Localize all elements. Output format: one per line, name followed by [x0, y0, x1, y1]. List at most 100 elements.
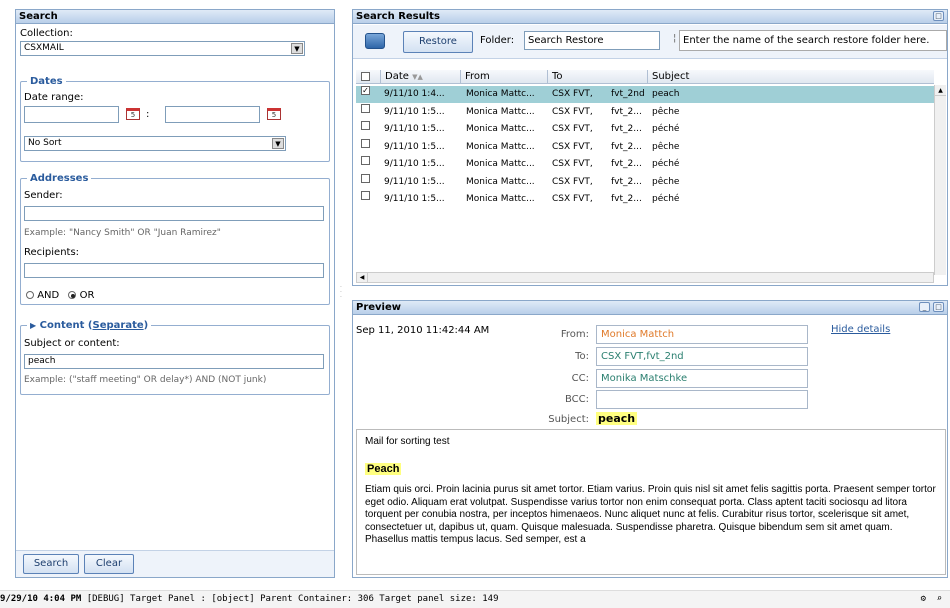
- status-message: [DEBUG] Target Panel : [object] Parent C…: [86, 594, 499, 604]
- addresses-group: Addresses: [20, 173, 330, 305]
- results-header-row: Date ▼▲ From To Subject: [356, 70, 934, 84]
- or-label: OR: [79, 290, 95, 301]
- results-horizontal-scrollbar[interactable]: ◀: [356, 272, 934, 283]
- bcc-label: BCC:: [564, 394, 589, 405]
- sort-value: No Sort: [28, 138, 62, 148]
- row-checkbox[interactable]: [361, 156, 370, 165]
- search-icon[interactable]: ⌕: [937, 591, 942, 608]
- status-timestamp: 9/29/10 4:04 PM: [0, 594, 82, 604]
- folder-input-value: Search Restore: [528, 35, 604, 46]
- select-all-column[interactable]: [356, 70, 380, 84]
- column-date[interactable]: Date ▼▲: [380, 70, 460, 84]
- content-legend-label[interactable]: Content: [40, 320, 85, 331]
- preview-panel: Preview _ □ Sep 11, 2010 11:42:44 AM Fro…: [352, 300, 948, 578]
- cc-field[interactable]: Monika Matschke: [596, 369, 808, 388]
- row-date: 9/11/10 1:5...: [384, 106, 445, 117]
- from-field[interactable]: Monica Mattch: [596, 325, 808, 344]
- date-to-input[interactable]: [165, 106, 260, 123]
- row-to-2: fvt_2...: [611, 141, 642, 152]
- row-to: CSX FVT,: [552, 106, 593, 117]
- select-all-checkbox[interactable]: [361, 72, 370, 81]
- folder-input[interactable]: Search Restore: [524, 31, 660, 50]
- row-checkbox[interactable]: [361, 173, 370, 183]
- row-subject: péché: [652, 194, 680, 204]
- scroll-left-icon[interactable]: ◀: [357, 273, 368, 282]
- restore-window-icon[interactable]: □: [933, 11, 944, 21]
- row-to-2: fvt_2...: [611, 194, 642, 204]
- minimize-icon[interactable]: _: [919, 302, 930, 312]
- triangle-right-icon[interactable]: ▶: [30, 321, 36, 330]
- restore-button[interactable]: Restore: [403, 31, 473, 53]
- table-row[interactable]: 9/11/10 1:5... Monica Mattc... CSX FVT, fvt…: [356, 138, 934, 156]
- table-row[interactable]: 9/11/10 1:5... Monica Mattc... CSX FVT, fvt…: [356, 156, 934, 173]
- bcc-field[interactable]: [596, 390, 808, 409]
- subject-value: peach: [596, 412, 638, 425]
- table-row[interactable]: 9/11/10 1:5... Monica Mattc... CSX FVT, fvt…: [356, 103, 934, 121]
- row-to-2: fvt_2...: [611, 106, 642, 117]
- table-row[interactable]: 9/11/10 1:5... Monica Mattc... CSX FVT, fvt…: [356, 173, 934, 191]
- row-from: Monica Mattc...: [466, 159, 535, 169]
- table-row[interactable]: 9/11/10 1:5... Monica Mattc... CSX FVT, fvt…: [356, 191, 934, 208]
- results-toolbar: Restore Folder: Search Restore ¦ Enter t…: [353, 25, 947, 59]
- date-from-input[interactable]: [24, 106, 119, 123]
- recipients-label: Recipients:: [24, 247, 80, 258]
- subject-label: Subject or content:: [24, 338, 120, 349]
- column-from[interactable]: From: [460, 70, 547, 84]
- table-row[interactable]: ✓ 9/11/10 1:4... Monica Mattc... CSX FVT, fv…: [356, 86, 934, 103]
- folder-hint-tooltip: Enter the name of the search restore fol…: [679, 30, 947, 51]
- date-range-separator: :: [146, 109, 150, 120]
- row-to-2: fvt_2...: [611, 176, 642, 187]
- sender-label: Sender:: [24, 190, 63, 201]
- collection-value: CSXMAIL: [24, 43, 64, 53]
- row-to-2: fvt_2nd: [611, 89, 645, 99]
- row-checkbox[interactable]: [361, 121, 370, 130]
- export-icon[interactable]: [365, 33, 385, 49]
- or-radio[interactable]: [68, 291, 77, 299]
- clear-button[interactable]: Clear: [84, 554, 134, 574]
- row-date: 9/11/10 1:5...: [384, 159, 445, 169]
- results-vertical-scrollbar[interactable]: ▲: [934, 85, 946, 275]
- folder-label: Folder:: [480, 35, 515, 46]
- column-date-label: Date: [385, 71, 409, 82]
- body-intro: Mail for sorting test: [365, 436, 450, 447]
- table-row[interactable]: 9/11/10 1:5... Monica Mattc... CSX FVT, fvt…: [356, 121, 934, 138]
- row-checkbox[interactable]: [361, 191, 370, 200]
- row-subject: pêche: [652, 106, 680, 117]
- calendar-icon[interactable]: 5: [267, 108, 281, 120]
- sort-arrow-icon: ▼▲: [412, 73, 423, 81]
- chevron-down-icon[interactable]: ▼: [272, 138, 284, 149]
- row-date: 9/11/10 1:5...: [384, 124, 445, 134]
- subject-input[interactable]: peach: [24, 354, 324, 369]
- scroll-up-icon[interactable]: ▲: [935, 85, 946, 96]
- hide-details-link[interactable]: Hide details: [831, 324, 890, 335]
- collection-select[interactable]: CSXMAIL ▼: [20, 41, 305, 56]
- splitter-handle[interactable]: · · ·: [340, 285, 345, 305]
- row-checkbox[interactable]: [361, 138, 370, 148]
- addresses-legend: Addresses: [30, 173, 89, 184]
- dates-legend: Dates: [30, 76, 63, 87]
- sort-select[interactable]: No Sort ▼: [24, 136, 286, 151]
- column-subject[interactable]: Subject: [647, 70, 934, 84]
- to-field[interactable]: CSX FVT,fvt_2nd: [596, 347, 808, 366]
- search-button[interactable]: Search: [23, 554, 79, 574]
- cc-label: CC:: [571, 373, 589, 384]
- and-radio[interactable]: [26, 291, 34, 299]
- row-from: Monica Mattc...: [466, 89, 535, 99]
- recipients-input[interactable]: [24, 263, 324, 278]
- calendar-icon[interactable]: 5: [126, 108, 140, 120]
- row-subject: pêche: [652, 176, 680, 187]
- row-checkbox[interactable]: [361, 103, 370, 113]
- chevron-down-icon[interactable]: ▼: [291, 43, 303, 54]
- to-label: To:: [575, 351, 589, 362]
- search-panel-title: Search: [16, 10, 334, 24]
- content-separate-link[interactable]: Separate: [93, 320, 144, 331]
- row-date: 9/11/10 1:5...: [384, 194, 445, 204]
- settings-icon[interactable]: ⚙: [921, 591, 926, 608]
- column-to[interactable]: To: [547, 70, 647, 84]
- restore-window-icon[interactable]: □: [933, 302, 944, 312]
- row-from: Monica Mattc...: [466, 124, 535, 134]
- row-subject: pêche: [652, 141, 680, 152]
- sender-input[interactable]: [24, 206, 324, 221]
- row-checkbox[interactable]: ✓: [361, 86, 370, 95]
- folder-hint-arrow: ¦: [673, 33, 677, 44]
